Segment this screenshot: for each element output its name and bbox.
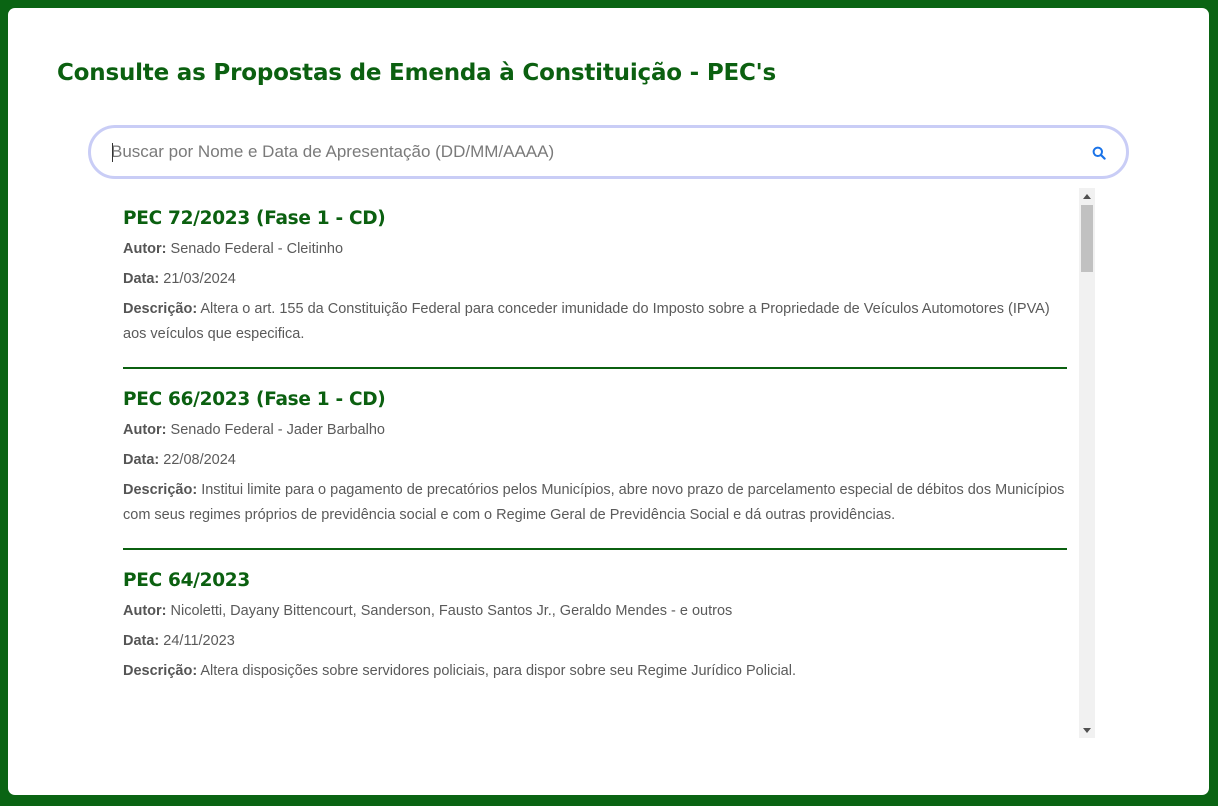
data-field: Data: 22/08/2024 [123, 448, 1067, 473]
descricao-field: Descrição: Institui limite para o pagame… [123, 478, 1067, 548]
text-caret [112, 143, 113, 162]
descricao-label: Descrição: [123, 301, 198, 317]
search-icon[interactable] [1092, 146, 1106, 160]
data-label: Data: [123, 271, 160, 287]
autor-value: Senado Federal - Cleitinho [170, 241, 344, 257]
scrollbar-thumb[interactable] [1081, 205, 1093, 272]
descricao-label: Descrição: [123, 663, 198, 679]
descricao-field: Descrição: Altera disposições sobre serv… [123, 659, 1067, 704]
pec-title[interactable]: PEC 64/2023 [123, 550, 1067, 594]
data-label: Data: [123, 633, 160, 649]
descricao-field: Descrição: Altera o art. 155 da Constitu… [123, 297, 1067, 367]
data-label: Data: [123, 452, 160, 468]
search-input[interactable] [111, 136, 1071, 168]
arrow-down-icon [1083, 727, 1091, 733]
autor-label: Autor: [123, 603, 167, 619]
list-item[interactable]: PEC 66/2023 (Fase 1 - CD) Autor: Senado … [123, 369, 1067, 550]
pec-list[interactable]: PEC 72/2023 (Fase 1 - CD) Autor: Senado … [123, 188, 1095, 738]
scrollbar[interactable] [1079, 188, 1095, 738]
autor-label: Autor: [123, 422, 167, 438]
descricao-label: Descrição: [123, 482, 198, 498]
data-value: 22/08/2024 [163, 452, 236, 468]
list-item[interactable]: PEC 72/2023 (Fase 1 - CD) Autor: Senado … [123, 188, 1067, 369]
search-box[interactable] [88, 125, 1129, 179]
autor-value: Senado Federal - Jader Barbalho [170, 422, 385, 438]
page-title: Consulte as Propostas de Emenda à Consti… [57, 60, 777, 86]
autor-field: Autor: Senado Federal - Cleitinho [123, 237, 1067, 262]
descricao-value: Altera o art. 155 da Constituição Federa… [123, 301, 1050, 342]
list-item[interactable]: PEC 64/2023 Autor: Nicoletti, Dayany Bit… [123, 550, 1067, 704]
pec-title[interactable]: PEC 66/2023 (Fase 1 - CD) [123, 369, 1067, 413]
data-value: 21/03/2024 [163, 271, 236, 287]
scroll-down-button[interactable] [1079, 722, 1095, 738]
pec-title[interactable]: PEC 72/2023 (Fase 1 - CD) [123, 188, 1067, 232]
data-field: Data: 21/03/2024 [123, 267, 1067, 292]
arrow-up-icon [1083, 193, 1091, 199]
data-field: Data: 24/11/2023 [123, 629, 1067, 654]
autor-field: Autor: Senado Federal - Jader Barbalho [123, 418, 1067, 443]
descricao-value: Altera disposições sobre servidores poli… [200, 663, 796, 679]
autor-label: Autor: [123, 241, 167, 257]
scroll-up-button[interactable] [1079, 188, 1095, 204]
autor-field: Autor: Nicoletti, Dayany Bittencourt, Sa… [123, 599, 1067, 624]
descricao-value: Institui limite para o pagamento de prec… [123, 482, 1065, 523]
autor-value: Nicoletti, Dayany Bittencourt, Sanderson… [170, 603, 733, 619]
data-value: 24/11/2023 [163, 633, 235, 649]
